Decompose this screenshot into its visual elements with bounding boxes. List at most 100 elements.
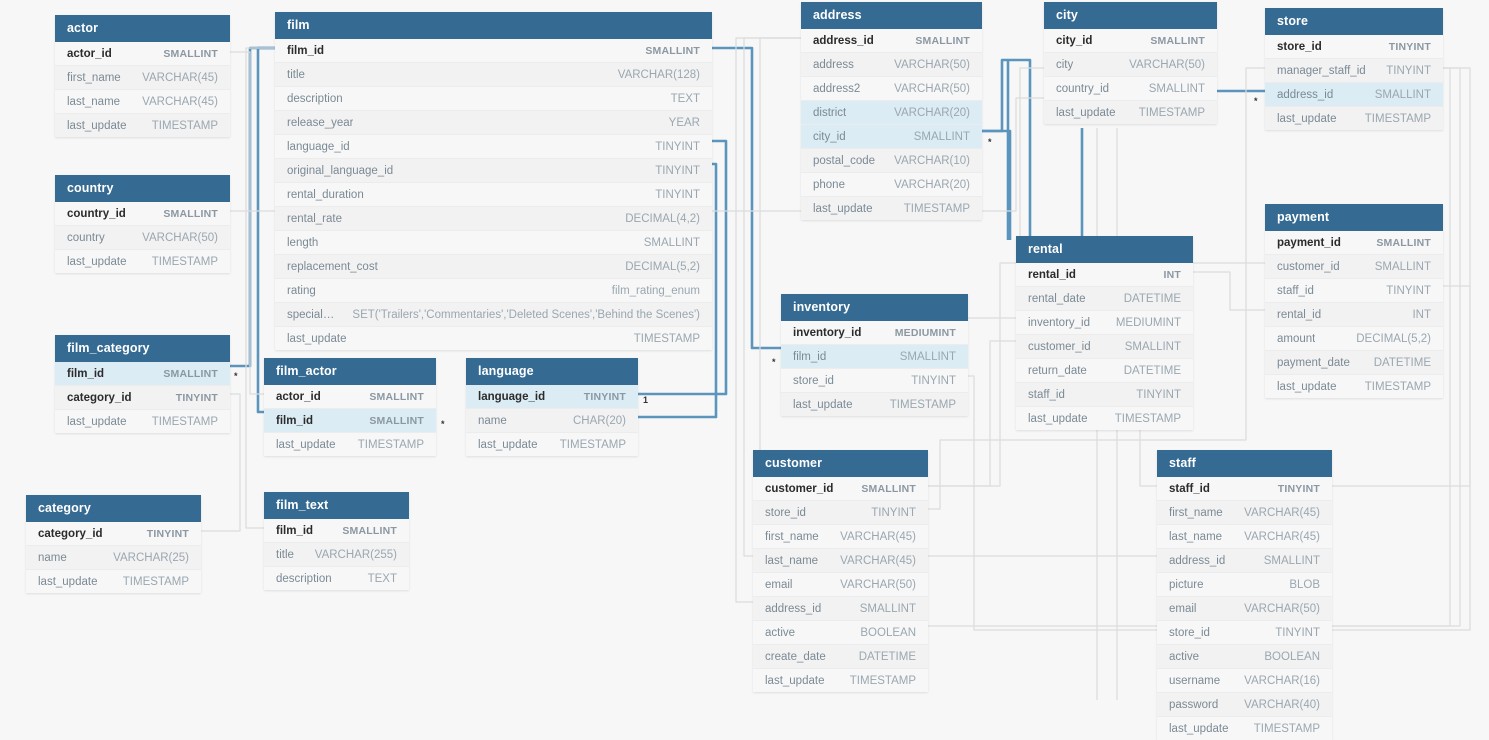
column-row[interactable]: amount DECIMAL(5,2): [1265, 327, 1443, 351]
entity-country[interactable]: country country_id SMALLINT country VARCHAR(…: [55, 175, 230, 273]
entity-title-language[interactable]: language: [466, 358, 638, 385]
entity-title-address[interactable]: address: [801, 2, 982, 29]
entity-store[interactable]: store store_id TINYINT manager_staff_id TINY…: [1265, 8, 1443, 130]
column-row[interactable]: film_id SMALLINT: [264, 409, 436, 433]
relationship-link-rental-to-payment[interactable]: [1193, 271, 1265, 311]
column-row[interactable]: actor_id SMALLINT: [55, 42, 230, 66]
entity-customer[interactable]: customer customer_id SMALLINT store_id TINYI…: [753, 450, 928, 692]
entity-film_actor[interactable]: film_actor actor_id SMALLINT film_id SMALLIN…: [264, 358, 436, 456]
column-row[interactable]: customer_id SMALLINT: [1265, 255, 1443, 279]
entity-title-payment[interactable]: payment: [1265, 204, 1443, 231]
entity-title-country[interactable]: country: [55, 175, 230, 202]
column-row[interactable]: last_update TIMESTAMP: [1265, 107, 1443, 130]
column-row[interactable]: staff_id TINYINT: [1265, 279, 1443, 303]
entity-payment[interactable]: payment payment_id SMALLINT customer_id SMAL…: [1265, 204, 1443, 398]
column-row[interactable]: customer_id SMALLINT: [1016, 335, 1193, 359]
column-row[interactable]: rental_duration TINYINT: [275, 183, 712, 207]
entity-title-actor[interactable]: actor: [55, 15, 230, 42]
column-row[interactable]: payment_id SMALLINT: [1265, 231, 1443, 255]
column-row[interactable]: name VARCHAR(25): [26, 546, 201, 570]
entity-rental[interactable]: rental rental_id INT rental_date DATETIME inv…: [1016, 236, 1193, 430]
column-row[interactable]: last_update TIMESTAMP: [55, 250, 230, 273]
column-row[interactable]: city_id SMALLINT: [1044, 29, 1217, 53]
entity-title-category[interactable]: category: [26, 495, 201, 522]
column-row[interactable]: last_update TIMESTAMP: [55, 410, 230, 433]
column-row[interactable]: store_id TINYINT: [1265, 35, 1443, 59]
column-row[interactable]: inventory_id MEDIUMINT: [1016, 311, 1193, 335]
column-row[interactable]: last_update TIMESTAMP: [1016, 407, 1193, 430]
relationship-link-actor-to-film_actor[interactable]: [230, 51, 264, 395]
column-row[interactable]: city VARCHAR(50): [1044, 53, 1217, 77]
relationship-link-address-to-rental-line[interactable]: [982, 129, 1012, 240]
column-row[interactable]: staff_id TINYINT: [1016, 383, 1193, 407]
column-row[interactable]: last_name VARCHAR(45): [753, 549, 928, 573]
entity-title-city[interactable]: city: [1044, 2, 1217, 29]
column-row[interactable]: store_id TINYINT: [781, 369, 968, 393]
column-row[interactable]: active BOOLEAN: [1157, 645, 1332, 669]
column-row[interactable]: manager_staff_id TINYINT: [1265, 59, 1443, 83]
entity-film[interactable]: film film_id SMALLINT title VARCHAR(128) desc…: [275, 12, 712, 350]
relationship-link-address-to-city[interactable]: [982, 58, 1032, 240]
column-row[interactable]: last_update TIMESTAMP: [26, 570, 201, 593]
column-row[interactable]: customer_id SMALLINT: [753, 477, 928, 501]
column-row[interactable]: last_update TIMESTAMP: [801, 197, 982, 220]
column-row[interactable]: create_date DATETIME: [753, 645, 928, 669]
column-row[interactable]: store_id TINYINT: [753, 501, 928, 525]
entity-title-staff[interactable]: staff: [1157, 450, 1332, 477]
entity-staff[interactable]: staff staff_id TINYINT first_name VARCHAR(45…: [1157, 450, 1332, 740]
column-row[interactable]: payment_date DATETIME: [1265, 351, 1443, 375]
column-row[interactable]: film_id SMALLINT: [264, 519, 409, 543]
entity-title-customer[interactable]: customer: [753, 450, 928, 477]
column-row[interactable]: rental_id INT: [1016, 263, 1193, 287]
column-row[interactable]: name CHAR(20): [466, 409, 638, 433]
column-row[interactable]: rental_id INT: [1265, 303, 1443, 327]
column-row[interactable]: picture BLOB: [1157, 573, 1332, 597]
column-row[interactable]: country_id SMALLINT: [1044, 77, 1217, 101]
column-row[interactable]: title VARCHAR(128): [275, 63, 712, 87]
column-row[interactable]: replacement_cost DECIMAL(5,2): [275, 255, 712, 279]
column-row[interactable]: first_name VARCHAR(45): [753, 525, 928, 549]
entity-title-rental[interactable]: rental: [1016, 236, 1193, 263]
column-row[interactable]: description TEXT: [275, 87, 712, 111]
column-row[interactable]: phone VARCHAR(20): [801, 173, 982, 197]
column-row[interactable]: last_update TIMESTAMP: [264, 433, 436, 456]
column-row[interactable]: first_name VARCHAR(45): [1157, 501, 1332, 525]
column-row[interactable]: last_update TIMESTAMP: [753, 669, 928, 692]
column-row[interactable]: title VARCHAR(255): [264, 543, 409, 567]
column-row[interactable]: country VARCHAR(50): [55, 226, 230, 250]
column-row[interactable]: email VARCHAR(50): [1157, 597, 1332, 621]
entity-city[interactable]: city city_id SMALLINT city VARCHAR(50) countr…: [1044, 2, 1217, 124]
column-row[interactable]: release_year YEAR: [275, 111, 712, 135]
column-row[interactable]: store_id TINYINT: [1157, 621, 1332, 645]
column-row[interactable]: first_name VARCHAR(45): [55, 66, 230, 90]
entity-title-film[interactable]: film: [275, 12, 712, 39]
column-row[interactable]: address VARCHAR(50): [801, 53, 982, 77]
column-row[interactable]: email VARCHAR(50): [753, 573, 928, 597]
entity-inventory[interactable]: inventory inventory_id MEDIUMINT film_id SMA…: [781, 294, 968, 416]
column-row[interactable]: last_name VARCHAR(45): [55, 90, 230, 114]
column-row[interactable]: length SMALLINT: [275, 231, 712, 255]
column-row[interactable]: country_id SMALLINT: [55, 202, 230, 226]
entity-title-film_text[interactable]: film_text: [264, 492, 409, 519]
column-row[interactable]: district VARCHAR(20): [801, 101, 982, 125]
column-row[interactable]: original_language_id TINYINT: [275, 159, 712, 183]
entity-film_text[interactable]: film_text film_id SMALLINT title VARCHAR(255…: [264, 492, 409, 590]
entity-category[interactable]: category category_id TINYINT name VARCHAR(25…: [26, 495, 201, 593]
column-row[interactable]: address_id SMALLINT: [753, 597, 928, 621]
column-row[interactable]: actor_id SMALLINT: [264, 385, 436, 409]
column-row[interactable]: category_id TINYINT: [26, 522, 201, 546]
column-row[interactable]: last_update TIMESTAMP: [1265, 375, 1443, 398]
entity-title-inventory[interactable]: inventory: [781, 294, 968, 321]
column-row[interactable]: rating film_rating_enum: [275, 279, 712, 303]
column-row[interactable]: username VARCHAR(16): [1157, 669, 1332, 693]
entity-language[interactable]: language language_id TINYINT name CHAR(20) la…: [466, 358, 638, 456]
column-row[interactable]: category_id TINYINT: [55, 386, 230, 410]
column-row[interactable]: special_features SET('Trailers','Commenta…: [275, 303, 712, 327]
column-row[interactable]: rental_date DATETIME: [1016, 287, 1193, 311]
entity-address[interactable]: address address_id SMALLINT address VARCHAR(…: [801, 2, 982, 220]
column-row[interactable]: last_name VARCHAR(45): [1157, 525, 1332, 549]
column-row[interactable]: return_date DATETIME: [1016, 359, 1193, 383]
column-row[interactable]: rental_rate DECIMAL(4,2): [275, 207, 712, 231]
relationship-link-city-grayline-left[interactable]: [1019, 67, 1044, 236]
column-row[interactable]: last_update TIMESTAMP: [781, 393, 968, 416]
